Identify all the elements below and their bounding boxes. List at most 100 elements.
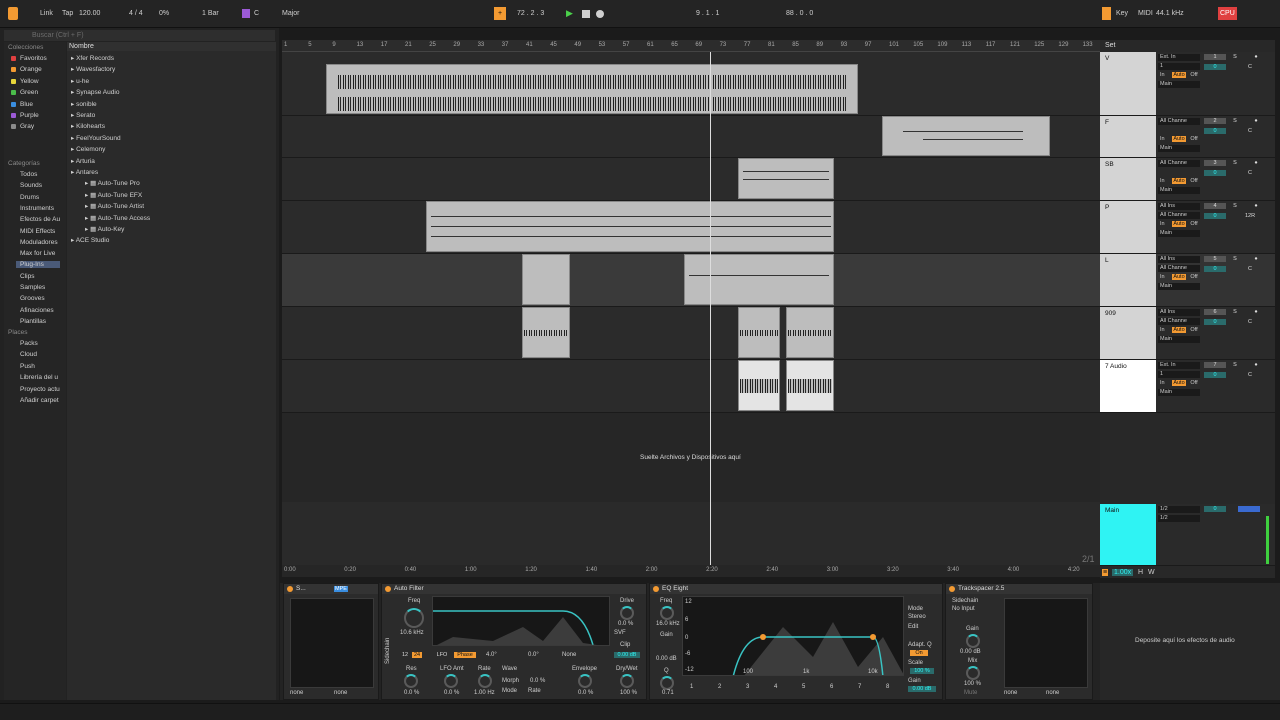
- follow-icon[interactable]: +: [494, 7, 506, 20]
- eq-mode-select[interactable]: Stereo: [908, 614, 926, 620]
- main-volume[interactable]: 0: [1204, 506, 1226, 512]
- auto-filter-device[interactable]: Auto Filter Freq 10.6 kHz 12 24 LFO Phas…: [381, 583, 647, 700]
- monitor-off[interactable]: Off: [1188, 221, 1200, 227]
- ts-none-2[interactable]: none: [1046, 690, 1059, 696]
- res-knob[interactable]: [404, 674, 418, 688]
- device-first-none-1[interactable]: none: [290, 690, 303, 696]
- pan-knob[interactable]: C: [1240, 64, 1260, 70]
- freq-value[interactable]: 10.6 kHz: [400, 630, 424, 636]
- browser-item[interactable]: ▸ Celemony: [71, 145, 105, 153]
- device-drop-zone[interactable]: Deposite aquí los efectos de audio: [1100, 583, 1280, 700]
- monitor-off[interactable]: Off: [1188, 136, 1200, 142]
- solo-button[interactable]: S: [1230, 309, 1240, 315]
- category-item[interactable]: Moduladores: [20, 239, 58, 246]
- category-item[interactable]: MIDI Effects: [20, 228, 55, 235]
- category-item[interactable]: Instruments: [20, 205, 54, 212]
- tempo-field[interactable]: 120.00: [79, 7, 100, 20]
- pan-knob[interactable]: C: [1240, 319, 1260, 325]
- mpe-badge[interactable]: MPE: [334, 586, 348, 592]
- monitor-auto[interactable]: Auto: [1172, 178, 1186, 184]
- track-volume[interactable]: 0: [1204, 213, 1226, 219]
- drive-value[interactable]: 0.0 %: [618, 621, 633, 627]
- browser-item[interactable]: ▸ Kilohearts: [71, 122, 105, 130]
- track-output-select[interactable]: Main: [1158, 230, 1200, 237]
- collection-item[interactable]: Purple: [11, 112, 39, 119]
- zoom-field[interactable]: 1.00x: [1112, 569, 1134, 576]
- browser-item[interactable]: ▸ Serato: [71, 111, 95, 119]
- solo-button[interactable]: S: [1230, 118, 1240, 124]
- scale-select[interactable]: Major: [282, 7, 300, 20]
- track-channel-select[interactable]: 1: [1158, 63, 1200, 70]
- lfo-tab[interactable]: LFO: [434, 652, 450, 658]
- place-item[interactable]: Packs: [20, 340, 38, 347]
- track-lane-f[interactable]: [282, 116, 1100, 158]
- res-value[interactable]: 0.0 %: [404, 690, 419, 696]
- track-header[interactable]: SB All Channe In Auto Off Main 3 0 S C ●: [1100, 158, 1275, 201]
- monitor-in[interactable]: In: [1158, 221, 1172, 228]
- drywet-value[interactable]: 100 %: [620, 690, 637, 696]
- monitor-auto[interactable]: Auto: [1172, 380, 1186, 386]
- device-on-icon[interactable]: [949, 586, 955, 592]
- track-name[interactable]: SB: [1100, 158, 1156, 200]
- device-first-none-2[interactable]: none: [334, 690, 347, 696]
- track-header[interactable]: 909 All Ins All Channe In Auto Off Main 6 0 S C ●: [1100, 307, 1275, 360]
- track-input-select[interactable]: All Ins: [1158, 256, 1200, 263]
- midi-clip[interactable]: [786, 307, 834, 358]
- browser-item[interactable]: ▸ ▦ Auto-Key: [85, 225, 124, 233]
- freq-knob[interactable]: [404, 608, 424, 628]
- arrangement-ruler[interactable]: 1 5 9 13 17 21 25 29 33 37 41 45 49 53 57 61 65 69 73 77 81 8…: [282, 40, 1100, 52]
- category-item[interactable]: Clips: [20, 273, 34, 280]
- track-header[interactable]: L All Ins All Channe In Auto Off Main 5 0 S C ●: [1100, 254, 1275, 307]
- ts-mute-button[interactable]: Mute: [964, 690, 977, 696]
- track-number[interactable]: 7: [1204, 362, 1226, 368]
- browser-item[interactable]: ▸ ▦ Auto-Tune Access: [85, 214, 150, 222]
- collection-item[interactable]: Blue: [11, 101, 33, 108]
- place-item[interactable]: Push: [20, 363, 35, 370]
- eq-freq-knob[interactable]: [660, 606, 674, 620]
- eq-band-8[interactable]: 8: [886, 684, 889, 690]
- track-lane-sb[interactable]: [282, 158, 1100, 201]
- track-input-select[interactable]: All Ins: [1158, 203, 1200, 210]
- slope-24[interactable]: 24: [412, 652, 422, 658]
- device-on-icon[interactable]: [385, 586, 391, 592]
- track-name[interactable]: F: [1100, 116, 1156, 157]
- adapt-q-toggle[interactable]: On: [910, 650, 928, 656]
- envelope-knob[interactable]: [578, 674, 592, 688]
- browser-item[interactable]: ▸ u-he: [71, 77, 89, 85]
- ts-gain-knob[interactable]: [966, 634, 980, 648]
- track-volume[interactable]: 0: [1204, 170, 1226, 176]
- category-item[interactable]: Grooves: [20, 295, 45, 302]
- monitor-in[interactable]: In: [1158, 72, 1172, 79]
- collection-item[interactable]: Orange: [11, 66, 42, 73]
- browser-item[interactable]: ▸ Wavesfactory: [71, 65, 115, 73]
- track-number[interactable]: 2: [1204, 118, 1226, 124]
- track-header[interactable]: F All Channe In Auto Off Main 2 0 S C ●: [1100, 116, 1275, 158]
- lfo-amt-value[interactable]: 0.0 %: [444, 690, 459, 696]
- midi-clip[interactable]: [738, 158, 834, 199]
- eq-display[interactable]: 12 6 0 -6 -12 100 1k 10k: [682, 596, 904, 676]
- pan-knob[interactable]: C: [1240, 128, 1260, 134]
- category-item[interactable]: Sounds: [20, 182, 42, 189]
- solo-button[interactable]: S: [1230, 203, 1240, 209]
- record-arm-icon[interactable]: ●: [1252, 118, 1260, 124]
- track-name[interactable]: V: [1100, 52, 1156, 115]
- browser-item[interactable]: ▸ ▦ Auto-Tune EFX: [85, 191, 142, 199]
- device-first-title[interactable]: S...: [284, 584, 378, 594]
- browser-item[interactable]: ▸ Antares: [71, 168, 98, 176]
- browser-item[interactable]: ▸ ▦ Auto-Tune Artist: [85, 202, 144, 210]
- monitor-auto[interactable]: Auto: [1172, 72, 1186, 78]
- record-arm-icon[interactable]: ●: [1252, 309, 1260, 315]
- track-volume[interactable]: 0: [1204, 372, 1226, 378]
- monitor-off[interactable]: Off: [1188, 72, 1200, 78]
- audio-clip[interactable]: [326, 64, 858, 114]
- h-button[interactable]: H: [1138, 569, 1143, 576]
- collection-item[interactable]: Gray: [11, 123, 34, 130]
- midi-clip[interactable]: [684, 254, 834, 305]
- browser-item[interactable]: ▸ Xfer Records: [71, 54, 114, 62]
- track-number[interactable]: 6: [1204, 309, 1226, 315]
- midi-map-button[interactable]: MIDI: [1138, 7, 1153, 20]
- eq-band-1[interactable]: 1: [690, 684, 693, 690]
- mode-select[interactable]: Rate: [528, 688, 541, 694]
- phase-tab[interactable]: Phase: [454, 652, 476, 658]
- eq-band-6[interactable]: 6: [830, 684, 833, 690]
